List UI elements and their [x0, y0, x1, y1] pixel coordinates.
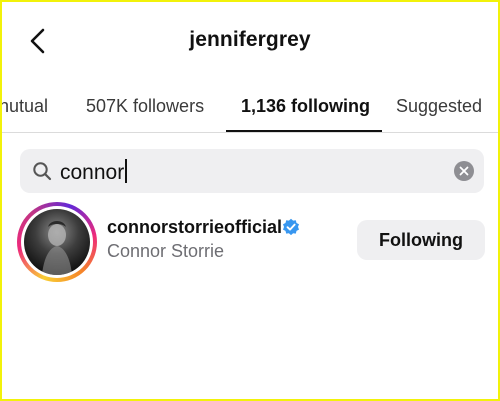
result-username[interactable]: connorstorrieofficial [107, 217, 282, 238]
profile-username-title: jennifergrey [189, 28, 311, 51]
search-input[interactable]: connor [60, 159, 128, 185]
text-caret [125, 159, 128, 183]
verified-badge-icon [283, 218, 299, 236]
search-input-text: connor [60, 161, 125, 184]
tab-following[interactable]: 1,136 following [241, 96, 370, 117]
avatar-portrait-image [42, 221, 72, 275]
tab-suggested[interactable]: Suggested [396, 96, 482, 117]
tabs-divider [2, 132, 498, 133]
story-ring[interactable] [17, 202, 97, 282]
search-field[interactable]: connor [20, 149, 484, 193]
following-button[interactable]: Following [357, 220, 485, 260]
tab-followers[interactable]: 507K followers [86, 96, 204, 117]
tab-bar: nutual 507K followers 1,136 following Su… [2, 84, 498, 134]
clear-icon[interactable] [454, 161, 474, 181]
screenshot-frame: jennifergrey nutual 507K followers 1,136… [0, 0, 500, 401]
header-bar: jennifergrey [2, 2, 498, 80]
result-full-name: Connor Storrie [107, 241, 225, 261]
avatar-border [21, 206, 93, 278]
list-item[interactable]: connorstorrieofficial Connor Storrie Fol… [2, 200, 498, 282]
tab-mutual[interactable]: nutual [2, 96, 48, 117]
search-icon [33, 162, 52, 181]
avatar [24, 209, 90, 275]
